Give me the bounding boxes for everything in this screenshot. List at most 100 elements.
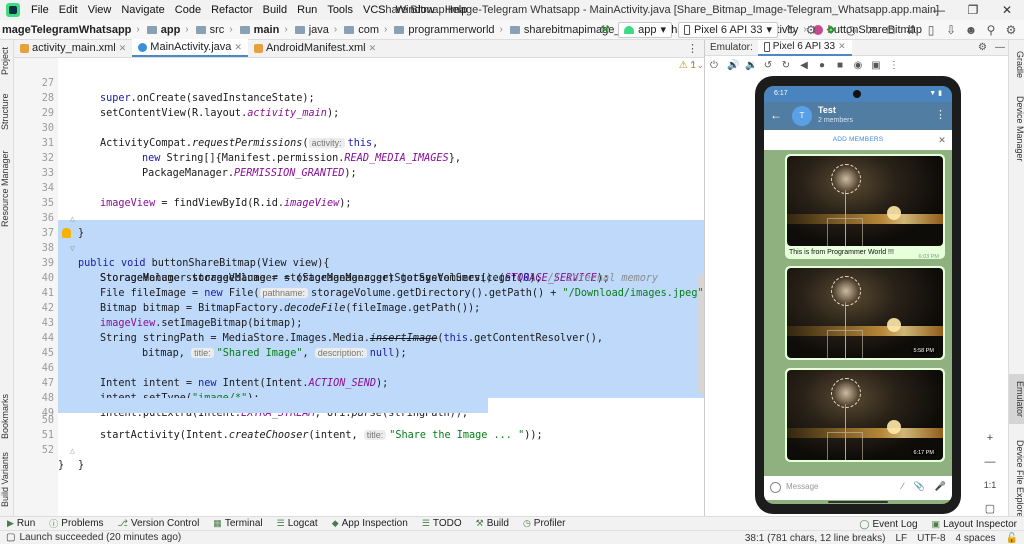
tool-build[interactable]: ⚒ Build (469, 518, 516, 529)
sdk-manager-icon[interactable]: ⇩ (944, 23, 958, 37)
tool-tab-project[interactable]: Project (0, 44, 14, 78)
tab-mainactivity-java[interactable]: MainActivity.java ✕ (132, 39, 248, 57)
tab-activity-main-xml[interactable]: activity_main.xml ✕ (14, 39, 132, 57)
menu-view[interactable]: View (83, 0, 117, 20)
account-icon[interactable]: ☻ (964, 23, 978, 37)
rerun-icon[interactable]: ↻ (784, 23, 798, 37)
tool-layout-inspector[interactable]: ▣ Layout Inspector (925, 519, 1024, 530)
attach-debugger-icon[interactable]: ↗ (864, 23, 878, 37)
tool-logcat[interactable]: ☰ Logcat (270, 518, 325, 529)
breadcrumb-java[interactable]: java (307, 24, 331, 36)
menu-file[interactable]: File (26, 0, 54, 20)
indent-setting[interactable]: 4 spaces (956, 533, 996, 544)
tool-todo[interactable]: ☰ TODO (415, 518, 469, 529)
file-encoding[interactable]: UTF-8 (917, 533, 945, 544)
add-members-bar[interactable]: ADD MEMBERS ✕ (764, 130, 952, 150)
bot-command-icon[interactable]: ∕ (902, 481, 904, 492)
breadcrumb-programmerworld[interactable]: programmerworld (406, 24, 496, 36)
screenshot-icon[interactable]: ◉ (853, 60, 863, 71)
message-photo[interactable] (787, 156, 943, 246)
settings-icon[interactable]: ⚙ (1004, 23, 1018, 37)
breadcrumb-src[interactable]: src (208, 24, 227, 36)
status-message[interactable]: Launch succeeded (20 minutes ago) (19, 532, 181, 543)
emoji-icon[interactable] (770, 482, 781, 493)
tool-tab-device-manager[interactable]: Device Manager (1009, 96, 1024, 162)
device-manager-icon[interactable]: ▯ (924, 23, 938, 37)
device-dropdown[interactable]: Pixel 6 API 33 ▾ (677, 22, 778, 38)
breadcrumb-app[interactable]: app (159, 24, 183, 36)
overview-icon[interactable]: ■ (835, 60, 845, 71)
minimize-panel-icon[interactable]: — (995, 40, 1005, 56)
close-icon[interactable]: ✕ (234, 42, 242, 53)
more-vertical-icon[interactable]: ⋮ (889, 60, 899, 71)
line-separator[interactable]: LF (896, 533, 908, 544)
breadcrumb-project[interactable]: mageTelegramWhatsapp (0, 24, 133, 36)
tab-androidmanifest-xml[interactable]: AndroidManifest.xml ✕ (248, 39, 382, 57)
close-icon[interactable]: ✕ (938, 130, 946, 150)
module-dropdown[interactable]: app ▾ (618, 22, 672, 38)
stop-icon[interactable]: □ (884, 23, 898, 37)
tool-tab-bookmarks[interactable]: Bookmarks (0, 392, 14, 440)
menu-run[interactable]: Run (292, 0, 322, 20)
code-editor[interactable]: ⚠ 1 ⌃⌄ 27 super.onCreate(savedInstanceSt… (14, 58, 704, 516)
close-icon[interactable]: ✕ (990, 0, 1024, 20)
breadcrumb-com[interactable]: com (356, 24, 381, 36)
tool-tab-structure[interactable]: Structure (0, 90, 14, 134)
emulator-device-tab[interactable]: Pixel 6 API 33 ✕ (757, 39, 852, 56)
home-icon[interactable]: ● (817, 60, 827, 71)
menu-edit[interactable]: Edit (54, 0, 83, 20)
settings-icon[interactable]: ⚙ (978, 40, 987, 56)
close-icon[interactable]: ✕ (838, 41, 846, 52)
tool-tab-build-variants[interactable]: Build Variants (0, 450, 14, 510)
tool-version-control[interactable]: ⎇ Version Control (111, 518, 207, 529)
zoom-actual-size[interactable]: 1:1 (984, 480, 997, 490)
caret-position[interactable]: 38:1 (781 chars, 12 line breaks) (745, 533, 886, 544)
rotate-right-icon[interactable]: ↻ (781, 60, 791, 71)
debug-icon[interactable]: ❖ (824, 23, 838, 37)
tool-app-inspection[interactable]: ◆ App Inspection (325, 518, 415, 529)
snapshot-icon[interactable]: ▣ (871, 60, 881, 71)
menu-build[interactable]: Build (258, 0, 292, 20)
chat-message[interactable]: 6:17 PM (785, 368, 945, 462)
close-icon[interactable]: ✕ (369, 43, 377, 54)
tool-run[interactable]: ▶ Run (0, 518, 42, 529)
phone-screen[interactable]: 6:17 ▼ ▮ ← T Test 2 members ⋮ ADD MEMBER… (764, 86, 952, 504)
profile-icon[interactable]: ◷ (844, 23, 858, 37)
volume-down-icon[interactable]: 🔉 (745, 60, 757, 71)
back-arrow-icon[interactable]: ← (770, 108, 782, 122)
chat-name[interactable]: Test (818, 105, 836, 115)
menu-code[interactable]: Code (170, 0, 206, 20)
attach-icon[interactable]: 📎 (914, 481, 925, 492)
menu-tools[interactable]: Tools (322, 0, 358, 20)
tool-tab-device-file-explorer[interactable]: Device File Explorer (1009, 440, 1024, 521)
message-photo[interactable]: 5:58 PM (787, 268, 943, 358)
fit-screen-icon[interactable]: ▢ (985, 502, 995, 515)
rotate-left-icon[interactable]: ↺ (763, 60, 773, 71)
lightbulb-icon[interactable] (62, 228, 71, 238)
tool-problems[interactable]: ⓘ Problems (42, 517, 110, 530)
hammer-icon[interactable]: ⚒ (600, 24, 612, 36)
chat-message[interactable]: 5:58 PM (785, 266, 945, 360)
microphone-icon[interactable]: 🎤 (935, 481, 946, 492)
zoom-out-icon[interactable]: — (985, 456, 996, 468)
breadcrumb-main[interactable]: main (252, 24, 282, 36)
tool-tab-emulator[interactable]: Emulator (1009, 374, 1024, 424)
sync-gradle-icon[interactable]: ⇵ (904, 23, 918, 37)
menu-refactor[interactable]: Refactor (206, 0, 258, 20)
tool-profiler[interactable]: ◷ Profiler (516, 518, 573, 529)
gesture-home-bar[interactable] (828, 501, 888, 503)
more-vertical-icon[interactable]: ⋮ (687, 42, 698, 55)
minimize-icon[interactable]: — (922, 0, 956, 20)
more-vertical-icon[interactable]: ⋮ (935, 108, 946, 121)
power-icon[interactable]: ⏻ (709, 60, 719, 71)
tool-event-log[interactable]: ◯ Event Log (852, 519, 924, 530)
search-icon[interactable]: ⚲ (984, 23, 998, 37)
chat-message[interactable]: This is from Programmer World !!! 6:03 P… (785, 154, 945, 260)
lock-icon[interactable]: 🔓 (1006, 533, 1018, 544)
message-photo[interactable]: 6:17 PM (787, 370, 943, 460)
avatar[interactable]: T (792, 106, 812, 126)
apply-changes-icon[interactable]: ⚙ (804, 23, 818, 37)
volume-up-icon[interactable]: 🔊 (727, 60, 739, 71)
fold-icon[interactable]: △ (70, 443, 75, 458)
back-icon[interactable]: ◀ (799, 60, 809, 71)
